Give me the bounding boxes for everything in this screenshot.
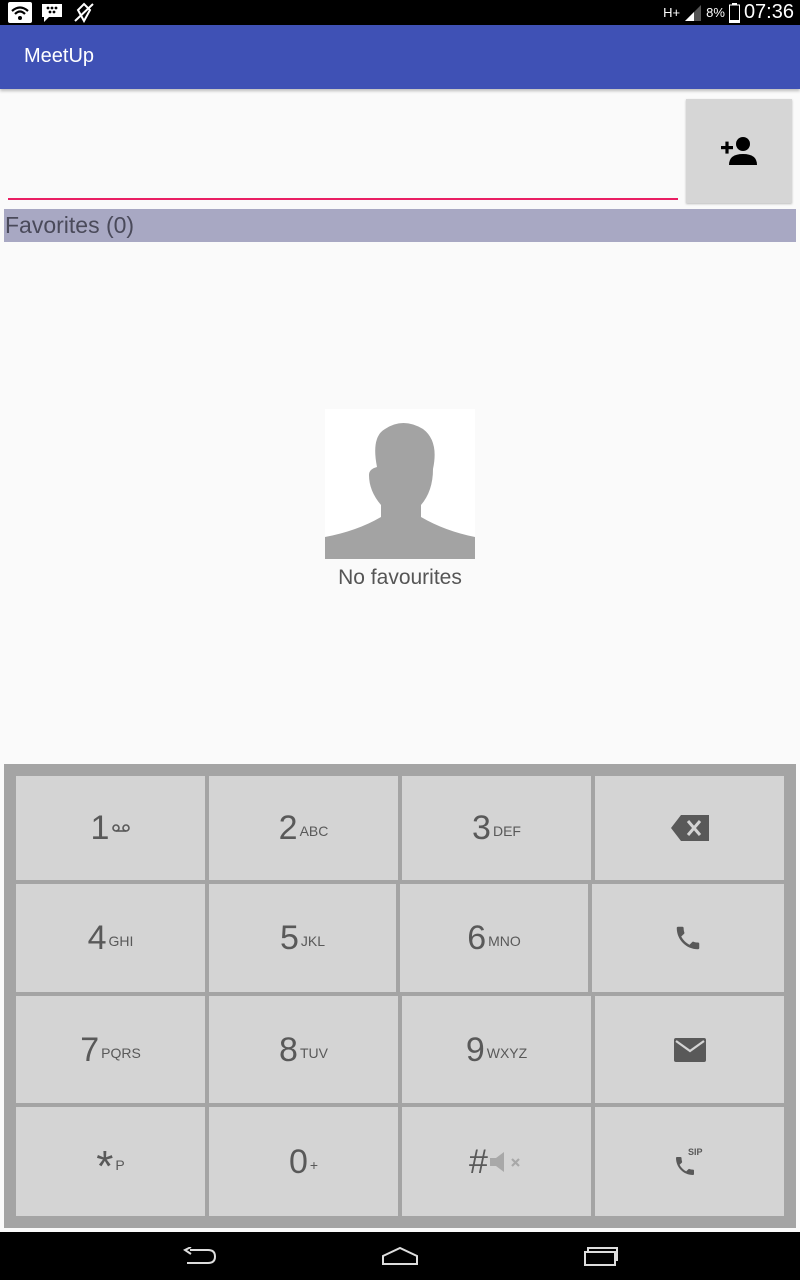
system-status: H+ 8% 07:36 <box>663 0 794 25</box>
voicemail-icon <box>112 824 131 832</box>
key-letters: TUV <box>299 1044 328 1061</box>
back-icon <box>183 1247 217 1264</box>
sip-call-icon: SIP <box>675 1147 703 1175</box>
key-digit: 1 <box>90 809 110 847</box>
key-letters: MNO <box>488 933 521 949</box>
email-icon <box>673 1037 706 1062</box>
backspace-icon <box>670 815 709 841</box>
battery-percent: 8% <box>706 5 725 20</box>
key-letters: PQRS <box>101 1044 141 1061</box>
dialpad-key-5[interactable]: 5 JKL <box>209 884 396 992</box>
call-button[interactable] <box>592 884 784 992</box>
key-digit: 5 <box>279 919 299 957</box>
dialpad-key-7[interactable]: 7 PQRS <box>16 996 205 1103</box>
svg-text:SIP: SIP <box>688 1147 703 1157</box>
app-title: MeetUp <box>24 45 95 67</box>
key-digit: 9 <box>465 1030 485 1069</box>
no-location-icon <box>74 2 94 23</box>
dialpad-key-6[interactable]: 6 MNO <box>400 884 588 992</box>
key-letters: DEF <box>492 823 521 839</box>
person-add-icon <box>721 137 757 165</box>
dialpad-key-9[interactable]: 9 WXYZ <box>402 996 591 1103</box>
key-digit: * <box>96 1141 114 1191</box>
key-letters: GHI <box>108 933 134 949</box>
dialpad-key-2[interactable]: 2 ABC <box>209 776 398 880</box>
key-letters: JKL <box>300 933 326 949</box>
home-button[interactable] <box>355 1232 445 1280</box>
clock: 07:36 <box>743 1 794 23</box>
status-bar: H+ 8% 07:36 <box>0 0 800 25</box>
key-letters: P <box>115 1156 125 1173</box>
notification-icons <box>8 2 96 23</box>
add-contact-button[interactable] <box>686 99 792 203</box>
dialpad-key-hash[interactable]: # <box>402 1107 591 1216</box>
key-digit: 2 <box>278 809 298 847</box>
key-letters: + <box>309 1156 319 1173</box>
back-button[interactable] <box>155 1232 245 1280</box>
mute-icon <box>489 1151 520 1172</box>
signal-icon <box>685 4 702 21</box>
dialpad: 1 2 ABC 3 DEF 4 GHI 5 JKL 6 MNO 7 PQRS 8… <box>4 764 796 1228</box>
key-digit: 4 <box>87 919 107 957</box>
battery-icon <box>728 2 740 23</box>
network-type: H+ <box>663 5 681 20</box>
wifi-icon <box>8 2 32 23</box>
favorites-header: Favorites (0) <box>4 209 796 242</box>
favorites-header-label: Favorites (0) <box>5 212 135 238</box>
dialpad-key-8[interactable]: 8 TUV <box>209 996 398 1103</box>
key-digit: 0 <box>288 1142 308 1181</box>
key-digit: 3 <box>472 809 491 847</box>
phone-icon <box>676 926 700 950</box>
message-button[interactable] <box>595 996 784 1103</box>
home-icon <box>382 1246 418 1265</box>
key-digit: 8 <box>279 1030 298 1069</box>
dialpad-key-4[interactable]: 4 GHI <box>16 884 205 992</box>
empty-state-text: No favourites <box>338 566 462 589</box>
key-letters: WXYZ <box>486 1044 528 1061</box>
sip-call-button[interactable]: SIP <box>595 1107 784 1216</box>
key-digit: 7 <box>80 1030 100 1069</box>
recents-icon <box>584 1247 618 1266</box>
dialpad-key-0[interactable]: 0 + <box>209 1107 398 1216</box>
app-bar: MeetUp <box>0 25 800 89</box>
key-digit: 6 <box>467 919 487 957</box>
dialpad-key-1[interactable]: 1 <box>16 776 205 880</box>
dialpad-key-3[interactable]: 3 DEF <box>402 776 591 880</box>
key-digit: # <box>469 1142 488 1181</box>
key-letters: ABC <box>299 823 329 839</box>
default-avatar <box>325 409 475 559</box>
dialpad-key-star[interactable]: * P <box>16 1107 205 1216</box>
blackberry-messenger-icon <box>42 4 62 22</box>
recents-button[interactable] <box>556 1232 646 1280</box>
person-silhouette-icon <box>325 423 475 559</box>
navigation-bar <box>0 1232 800 1280</box>
backspace-button[interactable] <box>595 776 784 880</box>
search-input[interactable] <box>8 100 678 200</box>
